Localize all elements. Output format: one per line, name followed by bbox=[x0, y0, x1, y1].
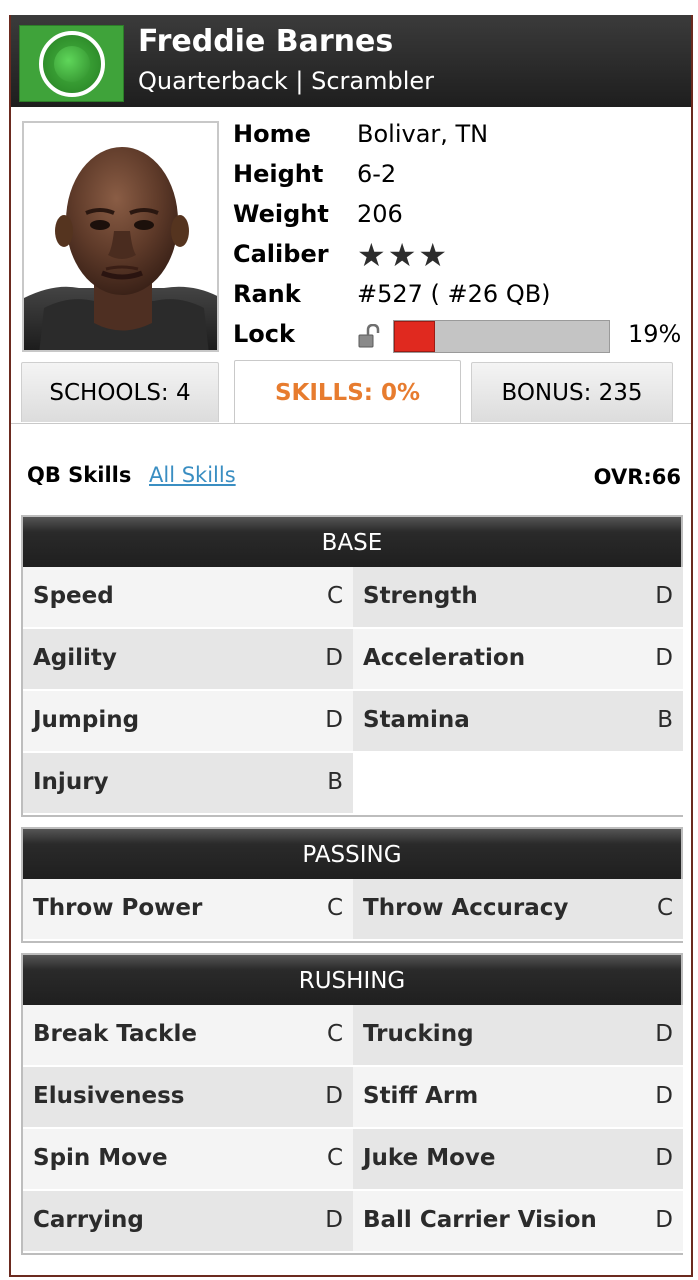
skill-cell: Elusiveness D bbox=[23, 1067, 353, 1129]
skill-cell: Spin Move C bbox=[23, 1129, 353, 1191]
skill-grade: C bbox=[656, 895, 673, 921]
skill-name: Agility bbox=[33, 645, 117, 671]
skill-cell: Agility D bbox=[23, 629, 353, 691]
skill-name: Acceleration bbox=[363, 645, 526, 671]
info-lock: Lock 19% bbox=[233, 320, 693, 354]
skill-name: Break Tackle bbox=[33, 1021, 197, 1047]
skill-grade: D bbox=[655, 1021, 673, 1047]
skill-grade: D bbox=[325, 1083, 343, 1109]
skill-cell: Stiff Arm D bbox=[353, 1067, 683, 1129]
group-title: BASE bbox=[23, 517, 681, 567]
lock-progress-fill bbox=[394, 321, 435, 352]
rank-value: #527 ( #26 QB) bbox=[357, 280, 551, 308]
recruit-card: Freddie Barnes Quarterback | Scrambler H… bbox=[9, 15, 693, 1277]
skill-cell: Carrying D bbox=[23, 1191, 353, 1253]
badge-ring bbox=[39, 31, 105, 97]
skill-cell: Stamina B bbox=[353, 691, 683, 753]
skill-cell: Juke Move D bbox=[353, 1129, 683, 1191]
skill-cell: Break Tackle C bbox=[23, 1005, 353, 1067]
skill-cell: Throw Accuracy C bbox=[353, 879, 683, 941]
skill-grade: D bbox=[325, 645, 343, 671]
skill-grade: C bbox=[326, 895, 343, 921]
player-position: Quarterback | Scrambler bbox=[138, 67, 435, 95]
skill-name: Speed bbox=[33, 583, 114, 609]
skill-name: Elusiveness bbox=[33, 1083, 185, 1109]
home-value: Bolivar, TN bbox=[357, 120, 489, 148]
player-name: Freddie Barnes bbox=[138, 24, 394, 59]
skills-title: QB Skills bbox=[27, 463, 132, 487]
skill-grade: D bbox=[655, 1083, 673, 1109]
caliber-label: Caliber bbox=[233, 240, 329, 268]
skill-name: Injury bbox=[33, 769, 109, 795]
skill-name: Throw Power bbox=[33, 895, 203, 921]
skill-grade: D bbox=[655, 1145, 673, 1171]
overall-rating: OVR:66 bbox=[593, 465, 681, 489]
player-header: Freddie Barnes Quarterback | Scrambler bbox=[11, 15, 691, 107]
tab-skills[interactable]: SKILLS: 0% bbox=[234, 360, 461, 424]
skill-group-rushing: RUSHING Break Tackle C Trucking D Elusiven… bbox=[21, 953, 683, 1255]
player-photo bbox=[24, 123, 217, 350]
lock-progress-bar bbox=[393, 320, 610, 353]
skill-name: Juke Move bbox=[363, 1145, 496, 1171]
skill-grade: D bbox=[325, 1207, 343, 1233]
skill-grade: D bbox=[655, 583, 673, 609]
skill-name: Strength bbox=[363, 583, 478, 609]
group-title: RUSHING bbox=[23, 955, 681, 1005]
skill-name: Stiff Arm bbox=[363, 1083, 479, 1109]
skill-grade: D bbox=[325, 707, 343, 733]
caliber-star-icon: ★★★ bbox=[357, 236, 450, 274]
all-skills-link[interactable]: All Skills bbox=[149, 463, 236, 487]
skill-group-base: BASE Speed C Strength D Agility D Accelerat… bbox=[21, 515, 683, 817]
badge-dot bbox=[54, 46, 90, 82]
skill-name: Jumping bbox=[33, 707, 140, 733]
skill-name: Spin Move bbox=[33, 1145, 168, 1171]
skill-cell: Injury B bbox=[23, 753, 353, 815]
height-value: 6-2 bbox=[357, 160, 397, 188]
skill-name: Stamina bbox=[363, 707, 470, 733]
group-title: PASSING bbox=[23, 829, 681, 879]
skill-cell: Jumping D bbox=[23, 691, 353, 753]
player-portrait bbox=[22, 121, 219, 352]
rank-label: Rank bbox=[233, 280, 301, 308]
skill-name: Ball Carrier Vision bbox=[363, 1207, 597, 1233]
skill-name: Carrying bbox=[33, 1207, 144, 1233]
empty-cell bbox=[353, 753, 683, 815]
skill-grade: B bbox=[657, 707, 673, 733]
skill-cell: Trucking D bbox=[353, 1005, 683, 1067]
skill-cell: Ball Carrier Vision D bbox=[353, 1191, 683, 1253]
skill-grade: C bbox=[326, 1145, 343, 1171]
skill-cell: Speed C bbox=[23, 567, 353, 629]
lock-label: Lock bbox=[233, 320, 295, 348]
tab-schools[interactable]: SCHOOLS: 4 bbox=[21, 362, 219, 422]
skill-grade: B bbox=[327, 769, 343, 795]
home-label: Home bbox=[233, 120, 311, 148]
tabs-divider bbox=[11, 423, 691, 424]
recruit-badge-icon bbox=[19, 25, 124, 102]
skill-cell: Strength D bbox=[353, 567, 683, 629]
weight-label: Weight bbox=[233, 200, 329, 228]
skill-name: Trucking bbox=[363, 1021, 474, 1047]
height-label: Height bbox=[233, 160, 324, 188]
skill-grade: C bbox=[326, 583, 343, 609]
skill-cell: Acceleration D bbox=[353, 629, 683, 691]
skill-grade: D bbox=[655, 1207, 673, 1233]
skill-group-passing: PASSING Throw Power C Throw Accuracy C bbox=[21, 827, 683, 943]
skill-name: Throw Accuracy bbox=[363, 895, 569, 921]
tab-bonus[interactable]: BONUS: 235 bbox=[471, 362, 673, 422]
unlocked-padlock-icon[interactable] bbox=[358, 324, 380, 348]
skill-grade: C bbox=[326, 1021, 343, 1047]
skill-cell: Throw Power C bbox=[23, 879, 353, 941]
weight-value: 206 bbox=[357, 200, 403, 228]
lock-percent: 19% bbox=[628, 320, 682, 348]
skill-grade: D bbox=[655, 645, 673, 671]
